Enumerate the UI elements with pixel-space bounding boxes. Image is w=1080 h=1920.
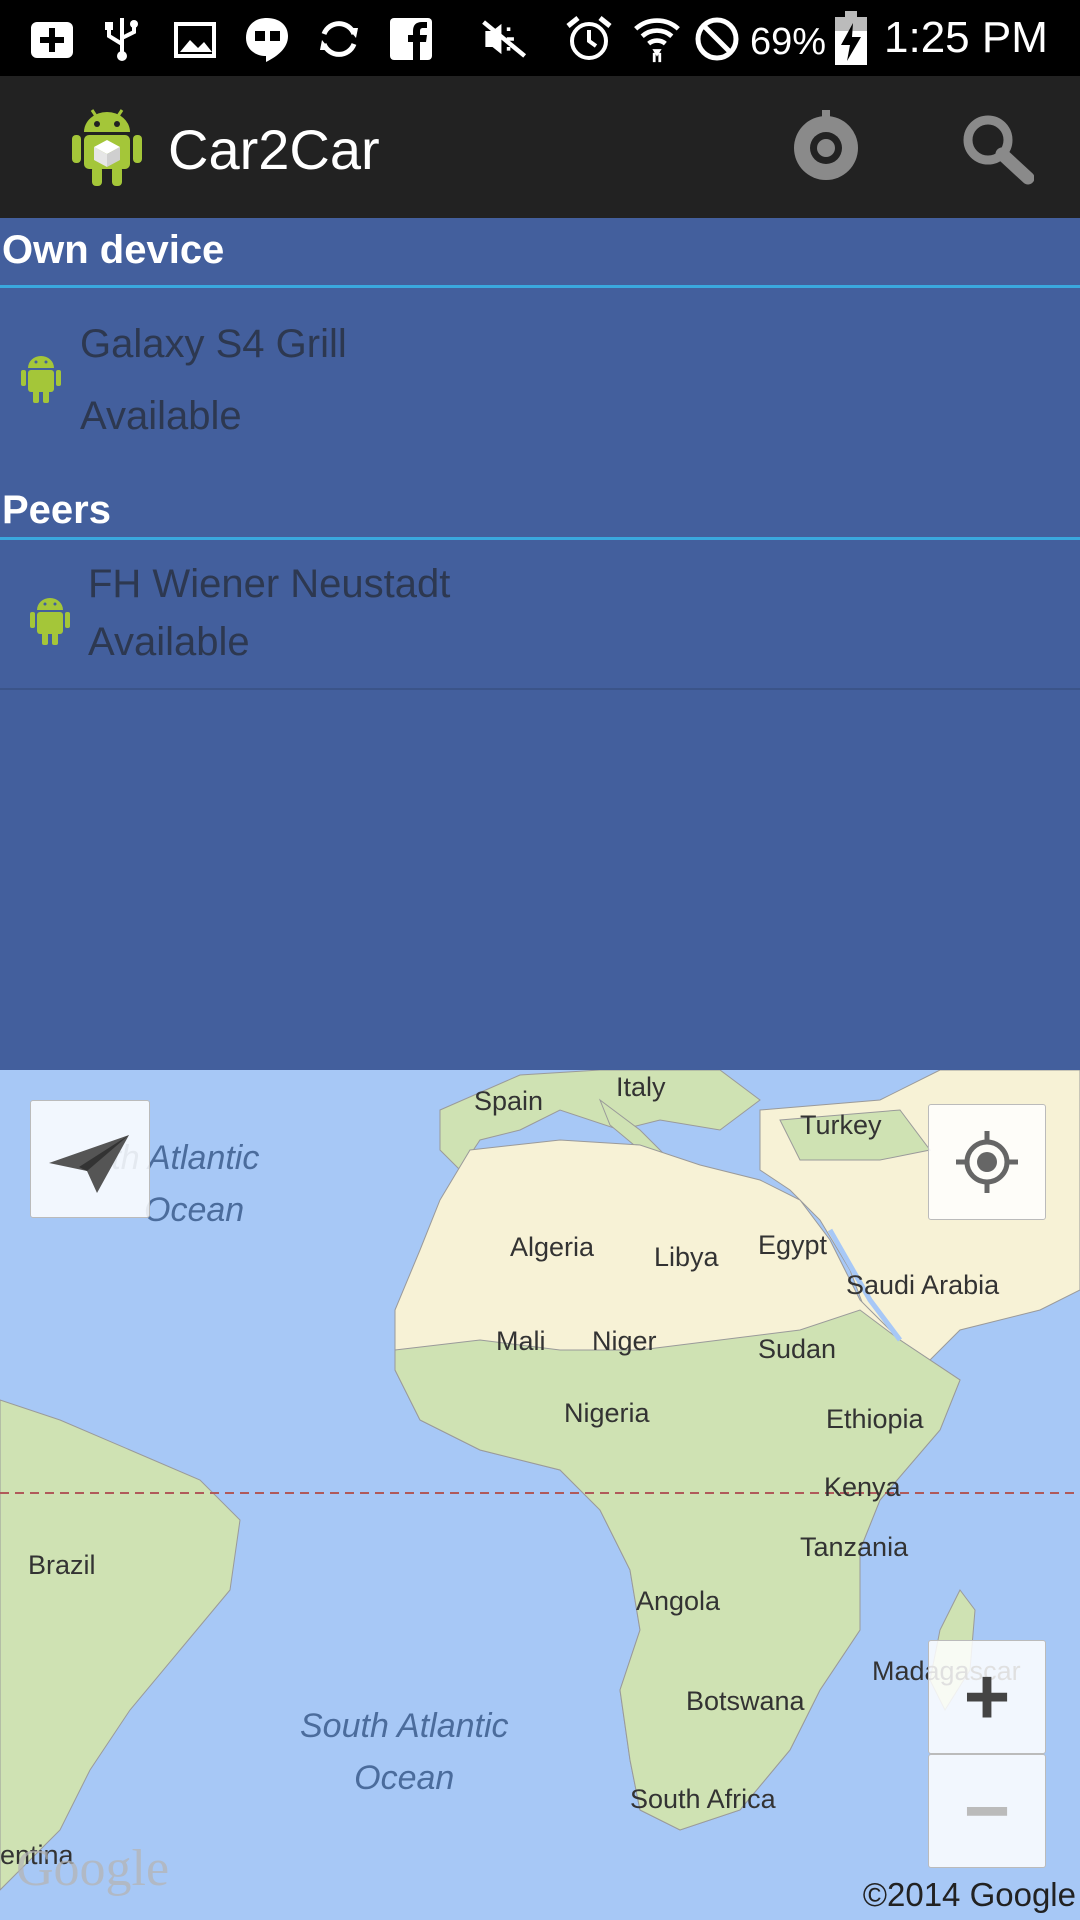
crosshair-icon [956, 1131, 1018, 1193]
sync-icon [314, 14, 364, 64]
map-label-mali: Mali [496, 1326, 546, 1356]
battery-percent: 69% [750, 21, 827, 63]
add-box-icon [27, 14, 77, 64]
settings-icon[interactable] [788, 110, 864, 186]
device-status: Available [80, 394, 242, 438]
own-device-item[interactable]: Galaxy S4 Grill Available [0, 288, 1080, 458]
mute-icon [480, 14, 530, 64]
ocean-label-line: South Atlantic [300, 1707, 509, 1745]
ocean-label-south-atlantic: South Atlantic Ocean [300, 1700, 509, 1804]
my-location-button[interactable] [928, 1104, 1046, 1220]
map-label-nigeria: Nigeria [564, 1398, 650, 1428]
paper-plane-icon [49, 1135, 129, 1193]
hangouts-icon [242, 14, 292, 64]
peers-header: Peers [0, 480, 1080, 540]
map-label-ethiopia: Ethiopia [826, 1404, 924, 1434]
share-location-button[interactable] [30, 1100, 150, 1218]
no-icon [692, 14, 742, 64]
map-label-kenya: Kenya [824, 1472, 901, 1502]
search-icon[interactable] [958, 110, 1035, 186]
android-icon [29, 592, 71, 646]
device-list-panel: Own device Galaxy S4 Grill Available Pee… [0, 218, 1080, 1070]
peers-header-label: Peers [2, 488, 111, 532]
android-app-icon [70, 102, 144, 188]
own-device-header: Own device [0, 218, 1080, 288]
map-label-spain: Spain [474, 1086, 544, 1116]
status-bar: 69% 1:25 PM [0, 0, 1080, 76]
clock: 1:25 PM [884, 13, 1048, 62]
map-label-libya: Libya [654, 1242, 719, 1272]
battery-charging-icon [826, 11, 876, 65]
google-logo: Google [16, 1840, 170, 1897]
map-label-turkey: Turkey [800, 1110, 882, 1140]
map-view[interactable]: Spain Italy Turkey Algeria Libya Egypt S… [0, 1070, 1080, 1920]
map-label-tanzania: Tanzania [800, 1532, 909, 1562]
map-label-egypt: Egypt [758, 1230, 828, 1260]
map-label-niger: Niger [592, 1326, 657, 1356]
android-icon [20, 350, 62, 404]
map-label-saudi-arabia: Saudi Arabia [846, 1270, 1000, 1300]
map-label-angola: Angola [636, 1586, 721, 1616]
zoom-in-button[interactable]: + [928, 1640, 1046, 1754]
alarm-icon [564, 14, 614, 64]
peer-name: FH Wiener Neustadt [88, 562, 451, 606]
action-bar: Car2Car [0, 76, 1080, 218]
map-label-botswana: Botswana [686, 1686, 805, 1716]
map-label-south-africa: South Africa [630, 1784, 776, 1814]
usb-icon [97, 14, 147, 64]
app-title: Car2Car [168, 118, 380, 181]
map-copyright: ©2014 Google [862, 1876, 1076, 1913]
facebook-icon [386, 14, 436, 64]
device-name: Galaxy S4 Grill [80, 322, 347, 366]
map-label-sudan: Sudan [758, 1334, 837, 1364]
zoom-out-button[interactable]: − [928, 1754, 1046, 1868]
image-icon [170, 14, 220, 64]
wifi-icon [632, 14, 682, 64]
ocean-label-line: Ocean [354, 1759, 455, 1797]
peer-item[interactable]: FH Wiener Neustadt Available [0, 540, 1080, 690]
row-divider [0, 688, 1080, 690]
peer-status: Available [88, 620, 250, 664]
own-device-header-label: Own device [2, 228, 225, 272]
map-label-italy: Italy [616, 1072, 666, 1102]
map-label-algeria: Algeria [510, 1232, 595, 1262]
map-label-brazil: Brazil [28, 1550, 96, 1580]
